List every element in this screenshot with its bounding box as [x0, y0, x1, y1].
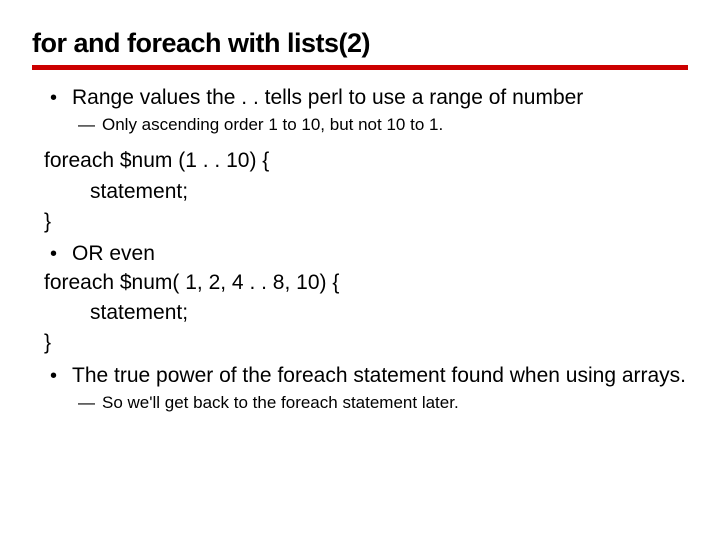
code-line: } [44, 208, 688, 236]
bullet-dot-icon: • [44, 362, 72, 390]
bullet-true-power: • The true power of the foreach statemen… [44, 362, 688, 390]
bullet-dot-icon: • [44, 240, 72, 268]
code-line: foreach $num( 1, 2, 4 . . 8, 10) { [44, 269, 688, 297]
slide-body: • Range values the . . tells perl to use… [32, 84, 688, 415]
subbullet-ascending: — Only ascending order 1 to 10, but not … [44, 114, 688, 137]
subbullet-text: So we'll get back to the foreach stateme… [102, 392, 688, 415]
emdash-icon: — [78, 392, 102, 415]
code-line: statement; [90, 178, 688, 206]
emdash-icon: — [78, 114, 102, 137]
bullet-range-values: • Range values the . . tells perl to use… [44, 84, 688, 112]
code-line: foreach $num (1 . . 10) { [44, 147, 688, 175]
subbullet-get-back: — So we'll get back to the foreach state… [44, 392, 688, 415]
slide-title: for and foreach with lists(2) [32, 28, 688, 70]
bullet-text: The true power of the foreach statement … [72, 362, 688, 390]
bullet-text: Range values the . . tells perl to use a… [72, 84, 688, 112]
code-line: statement; [90, 299, 688, 327]
subbullet-text: Only ascending order 1 to 10, but not 10… [102, 114, 688, 137]
bullet-text: OR even [72, 240, 688, 268]
bullet-or-even: • OR even [44, 240, 688, 268]
code-line: } [44, 329, 688, 357]
bullet-dot-icon: • [44, 84, 72, 112]
